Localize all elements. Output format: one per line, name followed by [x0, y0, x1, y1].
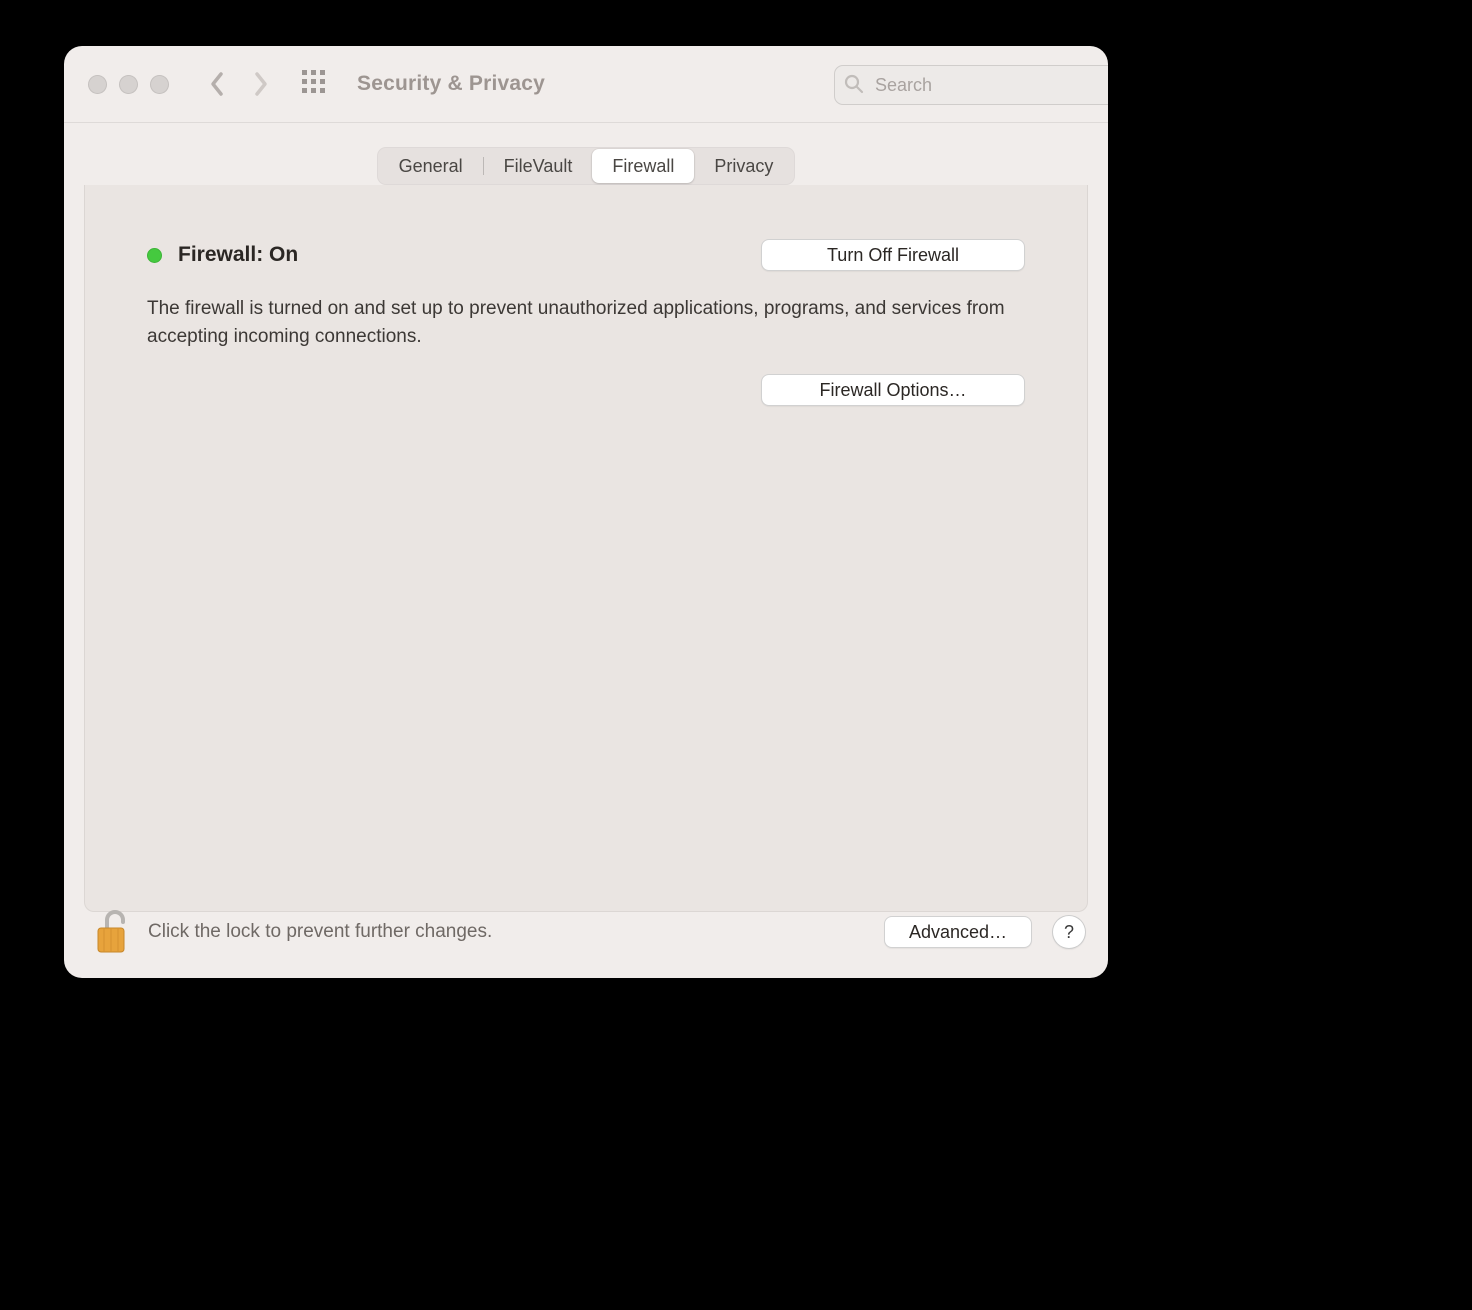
tab-label: Firewall	[612, 156, 674, 177]
lock-icon[interactable]	[92, 908, 130, 956]
back-button[interactable]	[209, 71, 225, 97]
status-indicator-icon	[147, 248, 162, 263]
window-controls	[88, 75, 169, 94]
tab-general[interactable]: General	[379, 149, 483, 183]
forward-button[interactable]	[253, 71, 269, 97]
tab-filevault[interactable]: FileVault	[484, 149, 593, 183]
tab-firewall[interactable]: Firewall	[592, 149, 694, 183]
show-all-icon[interactable]	[301, 69, 327, 100]
search-icon	[844, 74, 864, 94]
firewall-status-label: Firewall: On	[178, 243, 298, 267]
help-button[interactable]: ?	[1052, 915, 1086, 949]
tab-label: Privacy	[714, 156, 773, 177]
window-footer: Click the lock to prevent further change…	[64, 886, 1108, 978]
tab-label: General	[399, 156, 463, 177]
firewall-description: The firewall is turned on and set up to …	[147, 295, 1007, 350]
firewall-options-button[interactable]: Firewall Options…	[761, 374, 1025, 406]
window-title: Security & Privacy	[357, 72, 545, 96]
lock-hint-text: Click the lock to prevent further change…	[148, 921, 492, 943]
firewall-panel: Firewall: On Turn Off Firewall The firew…	[84, 185, 1088, 912]
window-toolbar: Security & Privacy	[64, 46, 1108, 123]
turn-off-firewall-button[interactable]: Turn Off Firewall	[761, 239, 1025, 271]
tab-privacy[interactable]: Privacy	[694, 149, 793, 183]
help-icon: ?	[1064, 922, 1074, 943]
content-area: General FileVault Firewall Privacy Firew…	[64, 147, 1108, 912]
tab-bar: General FileVault Firewall Privacy	[64, 147, 1108, 185]
preferences-window: Security & Privacy General FileVault Fir…	[64, 46, 1108, 978]
search-input[interactable]	[834, 65, 1108, 105]
minimize-window-button[interactable]	[119, 75, 138, 94]
firewall-status-row: Firewall: On Turn Off Firewall	[147, 239, 1025, 271]
tab-label: FileVault	[504, 156, 573, 177]
nav-arrows	[209, 71, 269, 97]
advanced-button[interactable]: Advanced…	[884, 916, 1032, 948]
zoom-window-button[interactable]	[150, 75, 169, 94]
close-window-button[interactable]	[88, 75, 107, 94]
search-field-wrap	[834, 65, 1090, 103]
